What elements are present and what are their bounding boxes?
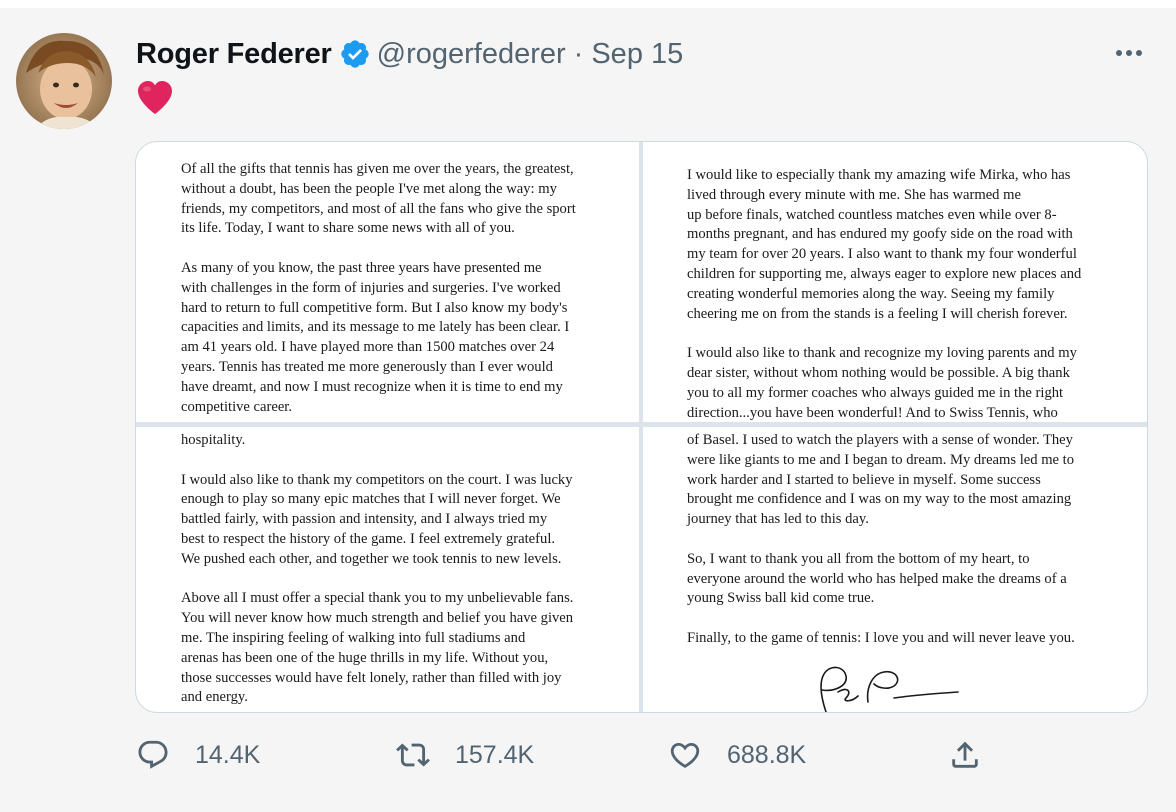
letter-line: creating wonderful memories along the wa…	[687, 285, 1055, 302]
share-icon	[952, 741, 978, 768]
reply-count: 14.4K	[195, 741, 261, 769]
letter-line: have dreamt, and now I must recognize wh…	[181, 378, 563, 395]
letter-line: brought me confidence and I was on my wa…	[687, 491, 1072, 508]
letter-paragraph: As many of you know, the past three year…	[181, 259, 576, 417]
letter-line: So, I want to thank you all from the bot…	[687, 550, 1030, 567]
letter-line: You will never know how much strength an…	[181, 610, 574, 627]
letter-line: my team for over 20 years. I also want t…	[687, 246, 1077, 263]
letter-image[interactable]: Of all the gifts that tennis has given m…	[135, 141, 1148, 713]
letter-line: We pushed each other, and together we to…	[181, 550, 562, 567]
author-handle[interactable]: @rogerfederer	[377, 34, 566, 74]
page-divider-vertical	[639, 142, 643, 712]
signature	[820, 666, 959, 712]
letter-paragraph: Finally, to the game of tennis: I love y…	[687, 629, 1075, 649]
top-divider	[0, 0, 1176, 8]
more-icon[interactable]	[1112, 38, 1146, 68]
letter-line: me. The inspiring feeling of walking int…	[181, 629, 526, 646]
like-button[interactable]: 688.8K	[668, 738, 806, 772]
share-button[interactable]	[948, 738, 982, 772]
letter-line: I would also like to thank and recognize…	[687, 345, 1077, 362]
letter-quadrant-4: of Basel. I used to watch the players wi…	[687, 431, 1075, 669]
letter-line: capacities and limits, and its message t…	[181, 319, 570, 336]
like-count: 688.8K	[727, 741, 807, 769]
retweet-icon	[396, 743, 430, 767]
letter-line: months pregnant, and has endured my goof…	[687, 226, 1073, 243]
author-name[interactable]: Roger Federer	[136, 34, 332, 74]
letter-line: lived through every minute with me. She …	[687, 186, 1021, 203]
verified-badge-icon	[339, 38, 371, 70]
letter-line: without a doubt, has been the people I'v…	[181, 180, 557, 197]
separator-dot: ·	[573, 38, 584, 70]
letter-line: I would also like to thank my competitor…	[181, 471, 573, 488]
letter-line: battled fairly, with passion and intensi…	[181, 511, 548, 528]
letter-paragraph: Above all I must offer a special thank y…	[181, 589, 573, 708]
letter-line: hard to return to full competitive form.…	[181, 299, 568, 316]
letter-line: best to respect the history of the game.…	[181, 530, 556, 547]
letter-line: enough to play so many epic matches that…	[181, 491, 561, 508]
retweet-count: 157.4K	[455, 741, 535, 769]
letter-line: am 41 years old. I have played more than…	[181, 339, 555, 356]
letter-line: everyone around the world who has helped…	[687, 570, 1067, 587]
tweet-date[interactable]: Sep 15	[591, 34, 683, 74]
letter-line: young Swiss ball kid come true.	[687, 590, 875, 607]
reply-button[interactable]: 14.4K	[136, 738, 260, 772]
letter-line: competitive career.	[181, 398, 293, 415]
letter-line: those successes would have felt lonely, …	[181, 669, 562, 686]
letter-line: cheering me on from the stands is a feel…	[687, 305, 1068, 322]
letter-quadrant-1: Of all the gifts that tennis has given m…	[181, 160, 576, 437]
reply-icon	[138, 740, 168, 769]
letter-line: Above all I must offer a special thank y…	[181, 590, 574, 607]
letter-line: were like giants to me and I began to dr…	[687, 451, 1075, 468]
letter-quadrant-3: hospitality. I would also like to thank m…	[181, 431, 573, 712]
tweet-header: Roger Federer @rogerfederer · Sep 15	[136, 34, 683, 74]
letter-line: I would like to especially thank my amaz…	[687, 167, 1071, 183]
retweet-button[interactable]: 157.4K	[396, 738, 534, 772]
letter-paragraph: I would also like to thank and recognize…	[687, 344, 1081, 423]
letter-line: years. Tennis has treated me more genero…	[181, 358, 553, 375]
letter-paragraph: Of all the gifts that tennis has given m…	[181, 160, 576, 239]
letter-line: Of all the gifts that tennis has given m…	[181, 161, 574, 177]
letter-paragraph: I would like to especially thank my amaz…	[687, 166, 1081, 324]
letter-line: you to all my former coaches who always …	[687, 384, 1064, 401]
avatar[interactable]	[16, 33, 112, 129]
letter-paragraph: of Basel. I used to watch the players wi…	[687, 431, 1075, 530]
letter-line: Finally, to the game of tennis: I love y…	[687, 629, 1075, 646]
letter-line: children for supporting me, always eager…	[687, 265, 1082, 282]
tweet: Roger Federer @rogerfederer · Sep 15 Of …	[0, 0, 1176, 812]
letter-line: arenas has been one of the huge thrills …	[181, 649, 549, 666]
letter-line: with challenges in the form of injuries …	[181, 279, 561, 296]
letter-line: dear sister, without whom nothing would …	[687, 364, 1070, 381]
letter-line: journey that has led to this day.	[687, 511, 869, 528]
letter-line: its life. Today, I want to share some ne…	[181, 220, 515, 237]
letter-line: and energy.	[181, 689, 248, 706]
heart-emoji	[136, 80, 174, 116]
letter-line: friends, my competitors, and most of all…	[181, 200, 576, 217]
letter-paragraph: I would also like to thank my competitor…	[181, 471, 573, 570]
letter-paragraph: hospitality.	[181, 431, 573, 451]
letter-line: work harder and I started to believe in …	[687, 471, 1041, 488]
letter-quadrant-2: I would like to especially thank my amaz…	[687, 166, 1081, 443]
tweet-actions: 14.4K 157.4K 688.8K	[0, 730, 1176, 786]
letter-line: up before finals, watched countless matc…	[687, 206, 1057, 223]
letter-line: hospitality.	[181, 432, 246, 448]
letter-paragraph: So, I want to thank you all from the bot…	[687, 550, 1075, 609]
letter-line: As many of you know, the past three year…	[181, 259, 542, 276]
letter-line: of Basel. I used to watch the players wi…	[687, 432, 1073, 448]
like-icon	[670, 742, 700, 768]
letter-line: direction...you have been wonderful! And…	[687, 404, 1058, 421]
